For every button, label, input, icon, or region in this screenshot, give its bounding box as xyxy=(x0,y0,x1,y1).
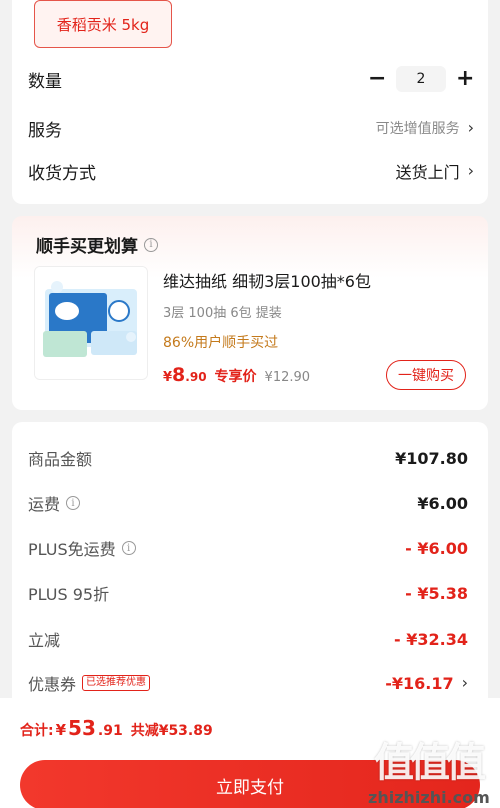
fee-value: - ¥6.00 xyxy=(405,538,468,558)
addon-product-spec: 3层 100抽 6包 提装 xyxy=(163,306,282,321)
total-saved: 共减¥53.89 xyxy=(130,723,213,739)
addon-price-label: 专享价 xyxy=(214,369,257,385)
fee-value: ¥6.00 xyxy=(417,493,468,513)
checkout-bar: 合计: ¥ 53 .91 共减¥53.89 立即支付 xyxy=(0,698,500,808)
delivery-row[interactable]: 收货方式 送货上门 › xyxy=(28,156,474,186)
addon-popularity-tag: 86%用户顺手买过 xyxy=(163,335,279,351)
fee-row-instant-discount: 立减 - ¥32.34 xyxy=(28,625,468,653)
addon-price-decimal: .90 xyxy=(185,370,207,384)
fee-label-wrap: 运费 i xyxy=(28,491,81,515)
coupon-right: -¥16.17 › xyxy=(385,674,468,693)
total-currency: ¥ xyxy=(55,721,67,739)
chevron-right-icon: › xyxy=(461,673,468,692)
quantity-minus-button[interactable]: − xyxy=(368,68,386,90)
fee-label: 立减 xyxy=(28,631,61,650)
fee-label: 商品金额 xyxy=(28,450,93,469)
quantity-row: 数量 − 2 + xyxy=(28,64,474,94)
addon-title: 顺手买更划算 i xyxy=(36,232,158,257)
info-circle-icon[interactable]: i xyxy=(66,496,81,510)
info-circle-icon[interactable]: i xyxy=(121,541,136,555)
addon-price: ¥8.90 xyxy=(163,364,207,386)
order-total: 合计: ¥ 53 .91 共减¥53.89 xyxy=(20,716,213,740)
fee-value: -¥16.17 xyxy=(385,673,454,693)
one-click-buy-button[interactable]: 一键购买 xyxy=(386,360,466,390)
fee-label-wrap: PLUS免运费 i xyxy=(28,536,136,560)
tissue-pack-icon xyxy=(35,267,147,379)
fee-label-wrap: 优惠券 已选推荐优惠 xyxy=(28,671,151,695)
fee-label: PLUS免运费 xyxy=(28,540,116,559)
order-options-card: 香稻贡米 5kg 数量 − 2 + 服务 可选增值服务 › 收货方式 送货上门 … xyxy=(12,0,488,204)
fee-value: - ¥5.38 xyxy=(405,583,468,603)
addon-product-image[interactable] xyxy=(34,266,148,380)
total-decimal: .91 xyxy=(97,723,123,739)
delivery-value: 送货上门 xyxy=(395,163,460,182)
coupon-badge: 已选推荐优惠 xyxy=(82,675,151,691)
addon-price-currency: ¥ xyxy=(163,370,173,385)
fee-label: 运费 xyxy=(28,495,61,514)
chevron-right-icon: › xyxy=(467,118,474,137)
pay-now-button[interactable]: 立即支付 xyxy=(20,760,480,808)
service-row[interactable]: 服务 可选增值服务 › xyxy=(28,113,474,143)
quantity-input[interactable]: 2 xyxy=(396,66,446,92)
fee-row-plus-free-shipping: PLUS免运费 i - ¥6.00 xyxy=(28,534,468,562)
fee-label: PLUS 95折 xyxy=(28,585,110,604)
info-circle-icon[interactable]: i xyxy=(144,237,158,252)
addon-price-integer: 8 xyxy=(172,364,186,386)
quantity-plus-button[interactable]: + xyxy=(456,68,474,90)
fee-row-goods-amount: 商品金额 ¥107.80 xyxy=(28,444,468,472)
fee-row-shipping: 运费 i ¥6.00 xyxy=(28,489,468,517)
fee-label: 优惠券 xyxy=(28,675,77,694)
total-label: 合计: xyxy=(20,723,54,739)
addon-recommend-card: 顺手买更划算 i 维达抽纸 细韧3层100抽*6包 3层 100抽 6包 提装 … xyxy=(12,216,488,410)
fee-value: ¥107.80 xyxy=(395,448,468,468)
addon-original-price: ¥12.90 xyxy=(264,370,311,385)
quantity-stepper: − 2 + xyxy=(368,66,474,92)
spec-chip-selected[interactable]: 香稻贡米 5kg xyxy=(34,0,172,48)
chevron-right-icon: › xyxy=(467,161,474,180)
quantity-label: 数量 xyxy=(28,71,62,92)
service-value: 可选增值服务 xyxy=(375,121,460,137)
fee-value: - ¥32.34 xyxy=(394,629,468,649)
service-label: 服务 xyxy=(28,120,62,141)
fee-row-plus-discount: PLUS 95折 - ¥5.38 xyxy=(28,579,468,607)
fee-breakdown-card: 商品金额 ¥107.80 运费 i ¥6.00 PLUS免运费 i - ¥6.0… xyxy=(12,422,488,722)
fee-row-coupon[interactable]: 优惠券 已选推荐优惠 -¥16.17 › xyxy=(28,669,468,697)
total-integer: 53 xyxy=(68,716,96,740)
addon-product-name[interactable]: 维达抽纸 细韧3层100抽*6包 xyxy=(163,268,371,292)
delivery-label: 收货方式 xyxy=(28,163,96,184)
addon-price-row: ¥8.90 专享价 ¥12.90 xyxy=(163,364,310,386)
addon-title-text: 顺手买更划算 xyxy=(36,237,138,257)
